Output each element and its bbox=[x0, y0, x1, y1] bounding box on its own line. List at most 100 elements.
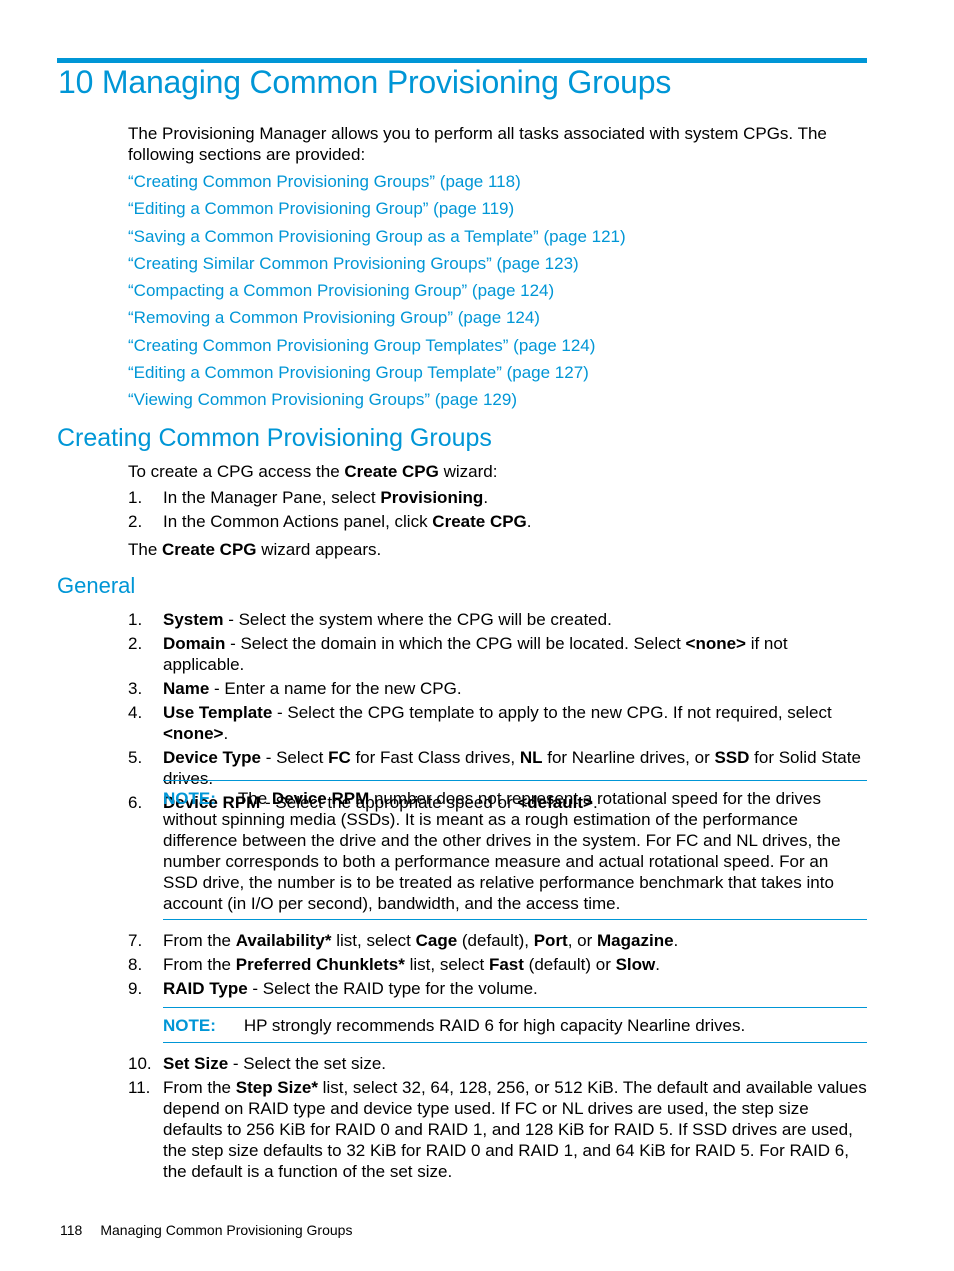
bold-term: Slow bbox=[615, 955, 656, 974]
bold-term: NL bbox=[519, 748, 543, 767]
bold-term: Device Type bbox=[163, 748, 261, 767]
text: In the Manager Pane, select bbox=[163, 488, 381, 507]
text: wizard appears. bbox=[256, 540, 382, 559]
step-number: 9. bbox=[128, 979, 143, 998]
toc-item: “Editing a Common Provisioning Group” (p… bbox=[128, 197, 626, 224]
bold-term: Magazine bbox=[597, 931, 674, 950]
toc-item: “Creating Common Provisioning Group Temp… bbox=[128, 334, 626, 361]
toc-link-compacting-cpg[interactable]: “Compacting a Common Provisioning Group”… bbox=[128, 281, 554, 300]
toc-link-creating-similar-cpgs[interactable]: “Creating Similar Common Provisioning Gr… bbox=[128, 254, 579, 273]
toc-link-viewing-cpgs[interactable]: “Viewing Common Provisioning Groups” (pa… bbox=[128, 390, 517, 409]
text: , or bbox=[567, 931, 598, 950]
chapter-intro: The Provisioning Manager allows you to p… bbox=[128, 124, 827, 164]
toc-link-removing-cpg[interactable]: “Removing a Common Provisioning Group” (… bbox=[128, 308, 540, 327]
bold-term: Port bbox=[533, 931, 568, 950]
text: - Select the set size. bbox=[228, 1054, 386, 1073]
bold-term: Step Size* bbox=[235, 1078, 318, 1097]
chapter-top-rule bbox=[57, 58, 867, 63]
bold-term: System bbox=[163, 610, 224, 629]
bold-term: <none> bbox=[163, 724, 224, 743]
text: From the bbox=[163, 955, 236, 974]
subsection-heading: General bbox=[57, 573, 136, 598]
text: . bbox=[673, 931, 679, 950]
page-footer: 118 Managing Common Provisioning Groups bbox=[60, 1222, 352, 1238]
chapter-title: 10 Managing Common Provisioning Groups bbox=[58, 64, 672, 100]
toc-link-editing-cpg[interactable]: “Editing a Common Provisioning Group” (p… bbox=[128, 199, 514, 218]
step-number: 4. bbox=[128, 703, 143, 722]
bold-term: Availability* bbox=[235, 931, 332, 950]
step-item: 4. Use Template - Select the CPG template… bbox=[128, 702, 868, 744]
toc-link-saving-cpg-template[interactable]: “Saving a Common Provisioning Group as a… bbox=[128, 227, 626, 246]
step-item: 1. System - Select the system where the C… bbox=[128, 609, 868, 630]
bold-term: Domain bbox=[163, 634, 226, 653]
toc-link-creating-cpg-templates[interactable]: “Creating Common Provisioning Group Temp… bbox=[128, 336, 595, 355]
text: The bbox=[237, 789, 272, 808]
bold-term: Set Size bbox=[163, 1054, 229, 1073]
step-number: 7. bbox=[128, 931, 143, 950]
general-steps-7-9: 7. From the Availability* list, select Ca… bbox=[128, 930, 868, 1002]
text: - Select the CPG template to apply to th… bbox=[272, 703, 832, 722]
toc-link-creating-cpgs[interactable]: “Creating Common Provisioning Groups” (p… bbox=[128, 172, 521, 191]
text: . bbox=[526, 512, 532, 531]
bold-term: Create CPG bbox=[432, 512, 527, 531]
bold-term: Preferred Chunklets* bbox=[235, 955, 405, 974]
toc-item: “Viewing Common Provisioning Groups” (pa… bbox=[128, 388, 626, 415]
text: list, select bbox=[404, 955, 489, 974]
step-number: 1. bbox=[128, 610, 143, 629]
step-number: 2. bbox=[128, 634, 143, 653]
text: . bbox=[223, 724, 229, 743]
text: (default), bbox=[457, 931, 534, 950]
step-number: 11. bbox=[128, 1078, 151, 1097]
toc-item: “Compacting a Common Provisioning Group”… bbox=[128, 279, 626, 306]
step-number: 5. bbox=[128, 748, 143, 767]
bold-term: Create CPG bbox=[344, 462, 439, 481]
bold-term: RAID Type bbox=[163, 979, 248, 998]
step-item: 9. RAID Type - Select the RAID type for t… bbox=[128, 978, 868, 999]
step-number: 1. bbox=[128, 488, 143, 507]
toc-link-editing-cpg-template[interactable]: “Editing a Common Provisioning Group Tem… bbox=[128, 363, 589, 382]
note-device-rpm: NOTE: The Device RPM number does not repr… bbox=[163, 780, 867, 920]
running-title: Managing Common Provisioning Groups bbox=[100, 1222, 353, 1238]
bold-term: Cage bbox=[415, 931, 458, 950]
text: wizard: bbox=[438, 462, 498, 481]
toc-item: “Creating Similar Common Provisioning Gr… bbox=[128, 252, 626, 279]
step-item: 2. In the Common Actions panel, click Cre… bbox=[128, 511, 532, 532]
text: The bbox=[128, 540, 163, 559]
toc-item: “Saving a Common Provisioning Group as a… bbox=[128, 225, 626, 252]
step-number: 6. bbox=[128, 793, 143, 812]
section-heading: Creating Common Provisioning Groups bbox=[57, 424, 492, 452]
text: . bbox=[655, 955, 660, 974]
text: To create a CPG access the bbox=[128, 462, 345, 481]
text: From the bbox=[163, 931, 236, 950]
note-label: NOTE: bbox=[163, 789, 216, 808]
toc-item: “Creating Common Provisioning Groups” (p… bbox=[128, 170, 626, 197]
text: list, select bbox=[331, 931, 416, 950]
text: - Select the RAID type for the volume. bbox=[247, 979, 538, 998]
text: From the bbox=[163, 1078, 236, 1097]
text: HP strongly recommends RAID 6 for high c… bbox=[243, 1016, 746, 1035]
section-lead: To create a CPG access the Create CPG wi… bbox=[128, 461, 497, 482]
note-raid6: NOTE: HP strongly recommends RAID 6 for h… bbox=[163, 1007, 867, 1043]
text: (default) or bbox=[523, 955, 616, 974]
note-label: NOTE: bbox=[163, 1016, 216, 1035]
bold-term: <none> bbox=[685, 634, 746, 653]
step-item: 3. Name - Enter a name for the new CPG. bbox=[128, 678, 868, 699]
general-steps-10-11: 10. Set Size - Select the set size. 11. Fr… bbox=[128, 1053, 868, 1185]
step-number: 3. bbox=[128, 679, 143, 698]
text: - Select bbox=[260, 748, 329, 767]
bold-term: SSD bbox=[714, 748, 750, 767]
step-item: 7. From the Availability* list, select Ca… bbox=[128, 930, 868, 951]
step-number: 10. bbox=[128, 1054, 152, 1073]
page-number: 118 bbox=[60, 1222, 83, 1238]
text: - Select the domain in which the CPG wil… bbox=[225, 634, 686, 653]
bold-term: Create CPG bbox=[162, 540, 257, 559]
text: - Enter a name for the new CPG. bbox=[209, 679, 462, 698]
bold-term: Provisioning bbox=[380, 488, 484, 507]
bold-term: Device RPM bbox=[271, 789, 370, 808]
wizard-access-steps: 1. In the Manager Pane, select Provisioni… bbox=[128, 487, 532, 532]
bold-term: Use Template bbox=[163, 703, 273, 722]
text: for Nearline drives, or bbox=[542, 748, 715, 767]
text: for Fast Class drives, bbox=[350, 748, 520, 767]
bold-term: Fast bbox=[488, 955, 524, 974]
bold-term: FC bbox=[328, 748, 351, 767]
